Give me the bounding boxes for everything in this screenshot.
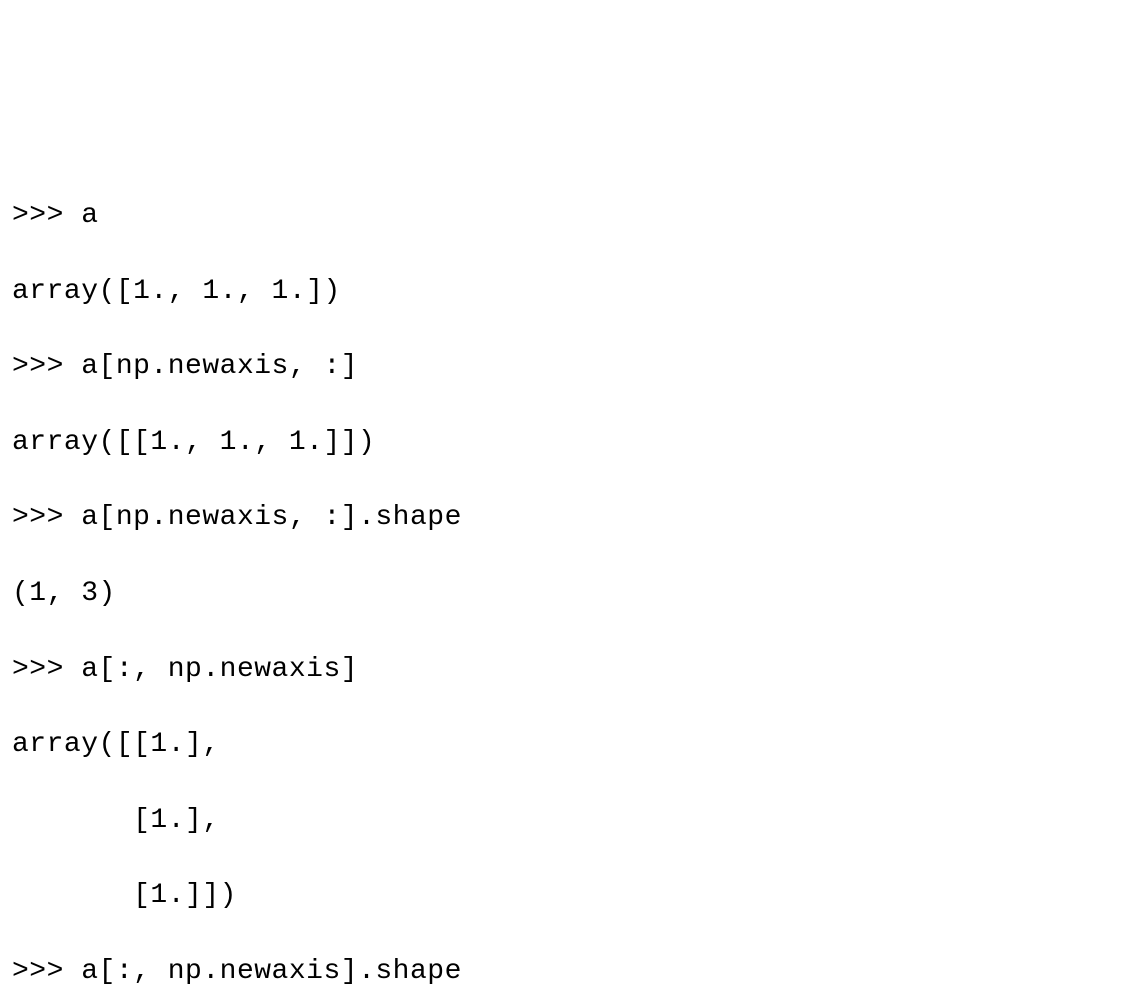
prompt: >>> bbox=[12, 654, 81, 685]
prompt: >>> bbox=[12, 200, 81, 231]
output-text: array([1., 1., 1.]) bbox=[12, 276, 341, 307]
terminal-line: (1, 3) bbox=[12, 575, 1128, 613]
output-text: (1, 3) bbox=[12, 578, 116, 609]
output-text: array([[1., 1., 1.]]) bbox=[12, 427, 375, 458]
terminal-line: [1.]]) bbox=[12, 877, 1128, 915]
prompt: >>> bbox=[12, 351, 81, 382]
terminal-line: >>> a[:, np.newaxis] bbox=[12, 651, 1128, 689]
input-text: a bbox=[81, 200, 98, 231]
input-text: a[:, np.newaxis].shape bbox=[81, 956, 462, 987]
terminal-output[interactable]: >>> a array([1., 1., 1.]) >>> a[np.newax… bbox=[12, 159, 1128, 1004]
terminal-line: array([1., 1., 1.]) bbox=[12, 273, 1128, 311]
terminal-line: array([[1., 1., 1.]]) bbox=[12, 424, 1128, 462]
terminal-line: >>> a[np.newaxis, :] bbox=[12, 348, 1128, 386]
output-text: [1.], bbox=[12, 805, 220, 836]
input-text: a[:, np.newaxis] bbox=[81, 654, 358, 685]
prompt: >>> bbox=[12, 956, 81, 987]
terminal-line: >>> a[np.newaxis, :].shape bbox=[12, 499, 1128, 537]
output-text: array([[1.], bbox=[12, 729, 220, 760]
terminal-line: >>> a bbox=[12, 197, 1128, 235]
output-text: [1.]]) bbox=[12, 880, 237, 911]
input-text: a[np.newaxis, :].shape bbox=[81, 502, 462, 533]
input-text: a[np.newaxis, :] bbox=[81, 351, 358, 382]
prompt: >>> bbox=[12, 502, 81, 533]
terminal-line: [1.], bbox=[12, 802, 1128, 840]
terminal-line: >>> a[:, np.newaxis].shape bbox=[12, 953, 1128, 991]
terminal-line: array([[1.], bbox=[12, 726, 1128, 764]
